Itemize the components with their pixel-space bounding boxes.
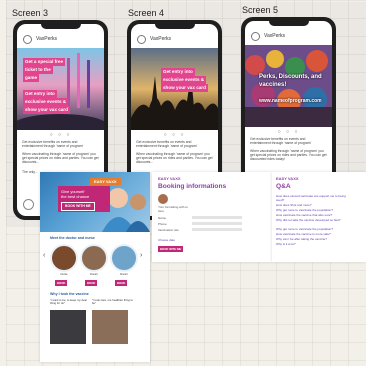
description-text: When vaccinating through 'name of progra… (136, 152, 213, 165)
site-field[interactable] (192, 228, 242, 231)
caption-line: game (23, 74, 40, 82)
book-button[interactable]: BOOK (115, 280, 128, 286)
brand-tag: EASY VAXX (276, 176, 299, 181)
app-logo-icon (251, 31, 260, 41)
section-title: Meet the doctor and nurse (50, 236, 95, 240)
page-title: Booking informations (158, 183, 227, 190)
program-url[interactable]: www.nameofprogram.com (257, 97, 324, 106)
qa-page: EASY VAXX Q&A How does vaxxed vaccinate … (272, 172, 366, 262)
faq-item[interactable]: Why get more to vaccinate the population… (276, 208, 346, 212)
faq-item[interactable]: Why did not take the vaccine developed s… (276, 218, 346, 222)
choose-date-link[interactable]: Choose date (158, 238, 175, 242)
field-label: Phone (158, 222, 167, 226)
book-with-me-button[interactable]: BOOK WITH ME (61, 202, 95, 211)
section-title: Why I took the vaccine (50, 292, 89, 296)
caption-line: show your vax card (23, 106, 70, 114)
screen-5-label: Screen 5 (242, 5, 279, 15)
faq-item[interactable]: How does vaxxed vaccinate are support me… (276, 194, 346, 202)
description-text: When vaccinating through 'name of progra… (22, 152, 99, 165)
avatar (158, 194, 168, 204)
carousel-dots[interactable]: ○ ○ ○ (17, 132, 104, 138)
caption-line: Get entry into (23, 90, 57, 98)
hero-banner: EASY VAXX Give yourself the best chance … (40, 172, 150, 232)
hero-text: the best chance (61, 194, 90, 199)
screen-4-label: Screen 4 (128, 8, 165, 18)
book-button[interactable]: BOOK (55, 280, 68, 286)
app-brand: VaxPerks (264, 33, 286, 39)
caption-line: exclusive events & (23, 98, 69, 106)
caption-line: vaccines! (259, 82, 287, 88)
description-text: Get exclusive benefits on events and ent… (250, 137, 312, 146)
testimonial-photo (92, 310, 128, 344)
description-text: When vaccinating through 'name of progra… (250, 149, 327, 162)
phone-notch (40, 23, 81, 29)
faq-item[interactable]: How vaccinate the vaccine that also sure… (276, 213, 346, 217)
caption-line: Get a special free (23, 58, 66, 66)
role-label: Doctor (90, 273, 98, 276)
brand-tag: EASY VAXX (158, 176, 181, 181)
app-brand: VaxPerks (150, 36, 172, 42)
home-button-icon[interactable] (23, 199, 34, 210)
chevron-left-icon[interactable]: ‹ (43, 252, 45, 259)
phone-notch (154, 23, 195, 29)
phone-field[interactable] (192, 222, 242, 225)
brand-tag: EASY VAXX (90, 178, 121, 185)
landing-page: EASY VAXX Give yourself the best chance … (40, 172, 150, 362)
field-label: Vaccination site (158, 228, 179, 232)
booking-page: EASY VAXX Booking informations Your form… (152, 172, 272, 262)
field-label: Name (158, 216, 167, 220)
faq-item[interactable]: Why is it a lot? (276, 242, 346, 246)
avatar (52, 246, 76, 270)
page-title: Q&A (276, 183, 291, 190)
description-text: Get exclusive benefits on events and ent… (136, 140, 198, 149)
booking-subtitle: Your formatting with to here (158, 205, 188, 213)
caption-line: ticket to the (23, 66, 53, 74)
faq-item[interactable]: How does Shot and more? (276, 203, 346, 207)
faq-item[interactable]: How vaccinate the vaccine to more safe? (276, 232, 346, 236)
app-logo-icon (23, 34, 32, 44)
app-brand: VaxPerks (36, 36, 58, 42)
quote-text: "I took care, me healthier thing to be" (92, 298, 133, 306)
carousel-dots[interactable]: ○ ○ ○ (131, 132, 218, 138)
faq-item[interactable]: Why get more to vaccinate the population… (276, 227, 346, 231)
avatar (82, 246, 106, 270)
caption-line: Get entry into (161, 68, 195, 76)
book-button[interactable]: BOOK (85, 280, 98, 286)
description-text: Get exclusive benefits on events and ent… (22, 140, 84, 149)
quote-text: "I want to be, to keep my dear thing for… (50, 298, 88, 306)
avatar (112, 246, 136, 270)
caption-line: exclusive events & (161, 76, 207, 84)
testimonial-photo (50, 310, 86, 344)
hero-card: Give yourself the best chance BOOK WITH … (58, 186, 110, 212)
app-logo-icon (137, 34, 146, 44)
role-label: Nurse (60, 273, 68, 276)
role-label: Doctor (120, 273, 128, 276)
carousel-dots[interactable]: ○ ○ ○ (245, 129, 332, 135)
caption-line: show your vax card (161, 84, 208, 92)
chevron-right-icon[interactable]: › (140, 252, 142, 259)
phone-notch (268, 20, 309, 26)
faq-item[interactable]: Why can I be after taking the vaccine? (276, 237, 346, 241)
screen-3-label: Screen 3 (12, 8, 49, 18)
book-with-me-button[interactable]: BOOK WITH ME (158, 246, 184, 252)
name-field[interactable] (192, 216, 242, 219)
